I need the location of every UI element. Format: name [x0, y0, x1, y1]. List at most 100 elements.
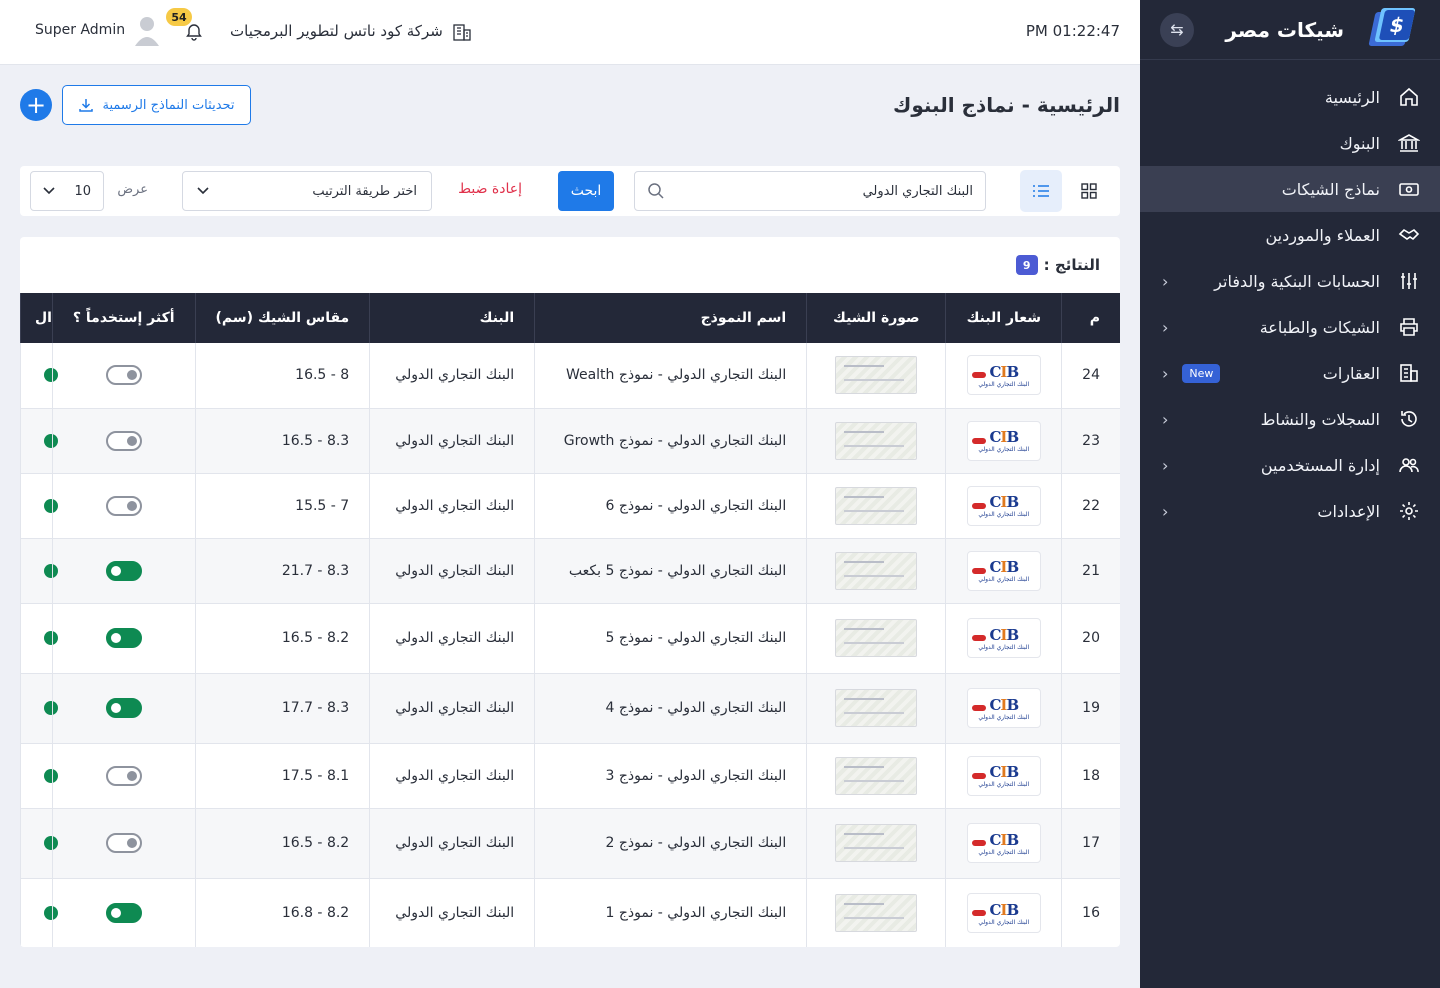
most-used-toggle[interactable] [105, 698, 142, 718]
cheque-thumbnail[interactable] [835, 551, 918, 590]
col-header-cheque-size[interactable]: مقاس الشيك (سم) [194, 293, 370, 343]
table-row[interactable]: 19 CIB البنك التجاري الدولي البنك التجاري ا… [20, 673, 1120, 744]
cheque-size: 8.2 - 16.5 [194, 603, 370, 674]
reset-link[interactable]: إعادة ضبط [458, 181, 522, 197]
cheque-thumbnail[interactable] [835, 619, 918, 657]
cheque-thumbnail[interactable] [835, 894, 918, 932]
bank-name: البنك التجاري الدولي [369, 408, 535, 474]
col-header-most-used[interactable]: أكثر إستخدماً ؟ [51, 293, 196, 343]
most-used-cell [51, 878, 196, 947]
sidebar-item-0[interactable]: الرئيسية [1140, 74, 1440, 120]
bank-logo: CIB البنك التجاري الدولي [966, 755, 1041, 796]
download-icon [79, 99, 94, 112]
status-indicator[interactable] [43, 836, 58, 850]
results-label: النتائج : [1043, 256, 1100, 274]
truncated-status-cell [20, 673, 58, 744]
most-used-toggle[interactable] [105, 365, 142, 386]
most-used-toggle[interactable] [105, 495, 142, 516]
sidebar-item-3[interactable]: العملاء والموردين [1140, 212, 1440, 258]
sidebar-item-7[interactable]: السجلات والنشاط ‹ [1140, 396, 1440, 442]
status-indicator[interactable] [43, 631, 58, 645]
table-row[interactable]: 20 CIB البنك التجاري الدولي البنك التجاري ا… [20, 603, 1120, 674]
bank-logo: CIB البنك التجاري الدولي [966, 618, 1041, 658]
table-row[interactable]: 18 CIB البنك التجاري الدولي البنك التجاري ا… [20, 743, 1120, 809]
col-header-model-name[interactable]: اسم النموذج [534, 293, 807, 343]
bank-logo-cell: CIB البنك التجاري الدولي [945, 878, 1062, 947]
search-field[interactable] [634, 171, 986, 211]
status-indicator[interactable] [43, 433, 58, 448]
cheque-thumbnail[interactable] [835, 824, 918, 862]
bank-logo: CIB البنك التجاري الدولي [966, 893, 1041, 933]
official-updates-button[interactable]: تحديثات النماذج الرسمية [62, 85, 251, 125]
model-name: البنك التجاري الدولي - نموذج 1 [534, 878, 807, 947]
most-used-toggle[interactable] [105, 765, 142, 786]
list-view-button[interactable] [1020, 170, 1062, 212]
status-indicator[interactable] [43, 768, 58, 783]
sidebar-item-6[interactable]: العقارات New ‹ [1140, 350, 1440, 396]
table-row[interactable]: 22 CIB البنك التجاري الدولي البنك التجاري ا… [20, 473, 1120, 539]
search-button[interactable]: ابحث [558, 171, 614, 211]
sidebar-item-2[interactable]: نماذج الشيكات [1140, 166, 1440, 212]
col-header-number[interactable]: م [1061, 293, 1120, 343]
table-row[interactable]: 23 CIB البنك التجاري الدولي البنك التجاري ا… [20, 408, 1120, 474]
sort-select[interactable]: اختر طريقة الترتيب [182, 171, 432, 211]
cheque-thumbnail[interactable] [835, 756, 918, 795]
bank-name: البنك التجاري الدولي [369, 673, 535, 744]
col-header-truncated[interactable]: ال [20, 293, 53, 343]
gear-icon [1398, 500, 1420, 522]
per-page-select[interactable]: 10 [30, 171, 104, 211]
cheque-models-table: م شعار البنك صورة الشيك اسم النموذج البن… [20, 293, 1120, 947]
sidebar-item-4[interactable]: الحسابات البنكية والدفاتر ‹ [1140, 258, 1440, 304]
sidebar-item-1[interactable]: البنوك [1140, 120, 1440, 166]
most-used-cell [51, 343, 196, 409]
table-row[interactable]: 21 CIB البنك التجاري الدولي البنك التجاري ا… [20, 538, 1120, 604]
row-number: 19 [1061, 673, 1120, 744]
sidebar-item-8[interactable]: إدارة المستخدمين ‹ [1140, 442, 1440, 488]
table-row[interactable]: 16 CIB البنك التجاري الدولي البنك التجاري ا… [20, 878, 1120, 947]
sidebar: ⇆ شيكات مصر $ الرئيسية البنوك نماذج الشيكا… [1140, 0, 1440, 988]
table-row[interactable]: 24 CIB البنك التجاري الدولي البنك التجاري ا… [20, 343, 1120, 409]
most-used-toggle[interactable] [105, 430, 142, 451]
table-row[interactable]: 17 CIB البنك التجاري الدولي البنك التجاري ا… [20, 808, 1120, 879]
most-used-toggle[interactable] [105, 560, 142, 581]
handshake-icon [1398, 224, 1420, 246]
avatar[interactable] [133, 14, 161, 48]
most-used-toggle[interactable] [105, 833, 142, 853]
cheque-image-cell [806, 408, 946, 474]
sidebar-item-9[interactable]: الإعدادات ‹ [1140, 488, 1440, 534]
model-name: البنك التجاري الدولي - نموذج 6 [534, 473, 807, 539]
cheque-size: 8.1 - 17.5 [194, 743, 370, 809]
user-name[interactable]: Super Admin [35, 22, 125, 38]
sidebar-item-5[interactable]: الشيكات والطباعة ‹ [1140, 304, 1440, 350]
chevron-down-icon [43, 187, 55, 195]
building-icon [1398, 362, 1420, 384]
cheque-thumbnail[interactable] [835, 486, 918, 525]
most-used-toggle[interactable] [105, 628, 142, 648]
sidebar-item-label: الحسابات البنكية والدفاتر [1214, 271, 1380, 291]
col-header-cheque-image[interactable]: صورة الشيك [806, 293, 946, 343]
bank-logo: CIB البنك التجاري الدولي [966, 420, 1041, 461]
add-button[interactable]: + [20, 89, 52, 121]
col-header-bank[interactable]: البنك [369, 293, 535, 343]
bank-logo: CIB البنك التجاري الدولي [966, 355, 1041, 396]
status-indicator[interactable] [43, 563, 58, 578]
model-name: البنك التجاري الدولي - نموذج 3 [534, 743, 807, 809]
grid-view-button[interactable] [1070, 172, 1108, 210]
bank-name: البنك التجاري الدولي [369, 878, 535, 947]
status-indicator[interactable] [43, 498, 58, 513]
cheque-thumbnail[interactable] [835, 421, 918, 460]
chevron-left-icon: ‹ [1162, 363, 1169, 383]
col-header-bank-logo[interactable]: شعار البنك [945, 293, 1062, 343]
cheque-size: 8.3 - 21.7 [194, 538, 370, 604]
status-indicator[interactable] [43, 701, 58, 715]
sidebar-item-label: الشيكات والطباعة [1259, 317, 1380, 337]
most-used-toggle[interactable] [105, 903, 142, 923]
cheque-thumbnail[interactable] [835, 356, 918, 395]
status-indicator[interactable] [43, 906, 58, 920]
row-number: 16 [1061, 878, 1120, 947]
cheque-thumbnail[interactable] [835, 689, 918, 727]
sidebar-collapse-button[interactable]: ⇆ [1160, 12, 1194, 47]
search-input[interactable] [665, 183, 973, 199]
cheque-image-cell [806, 878, 946, 947]
history-icon [1398, 408, 1420, 430]
